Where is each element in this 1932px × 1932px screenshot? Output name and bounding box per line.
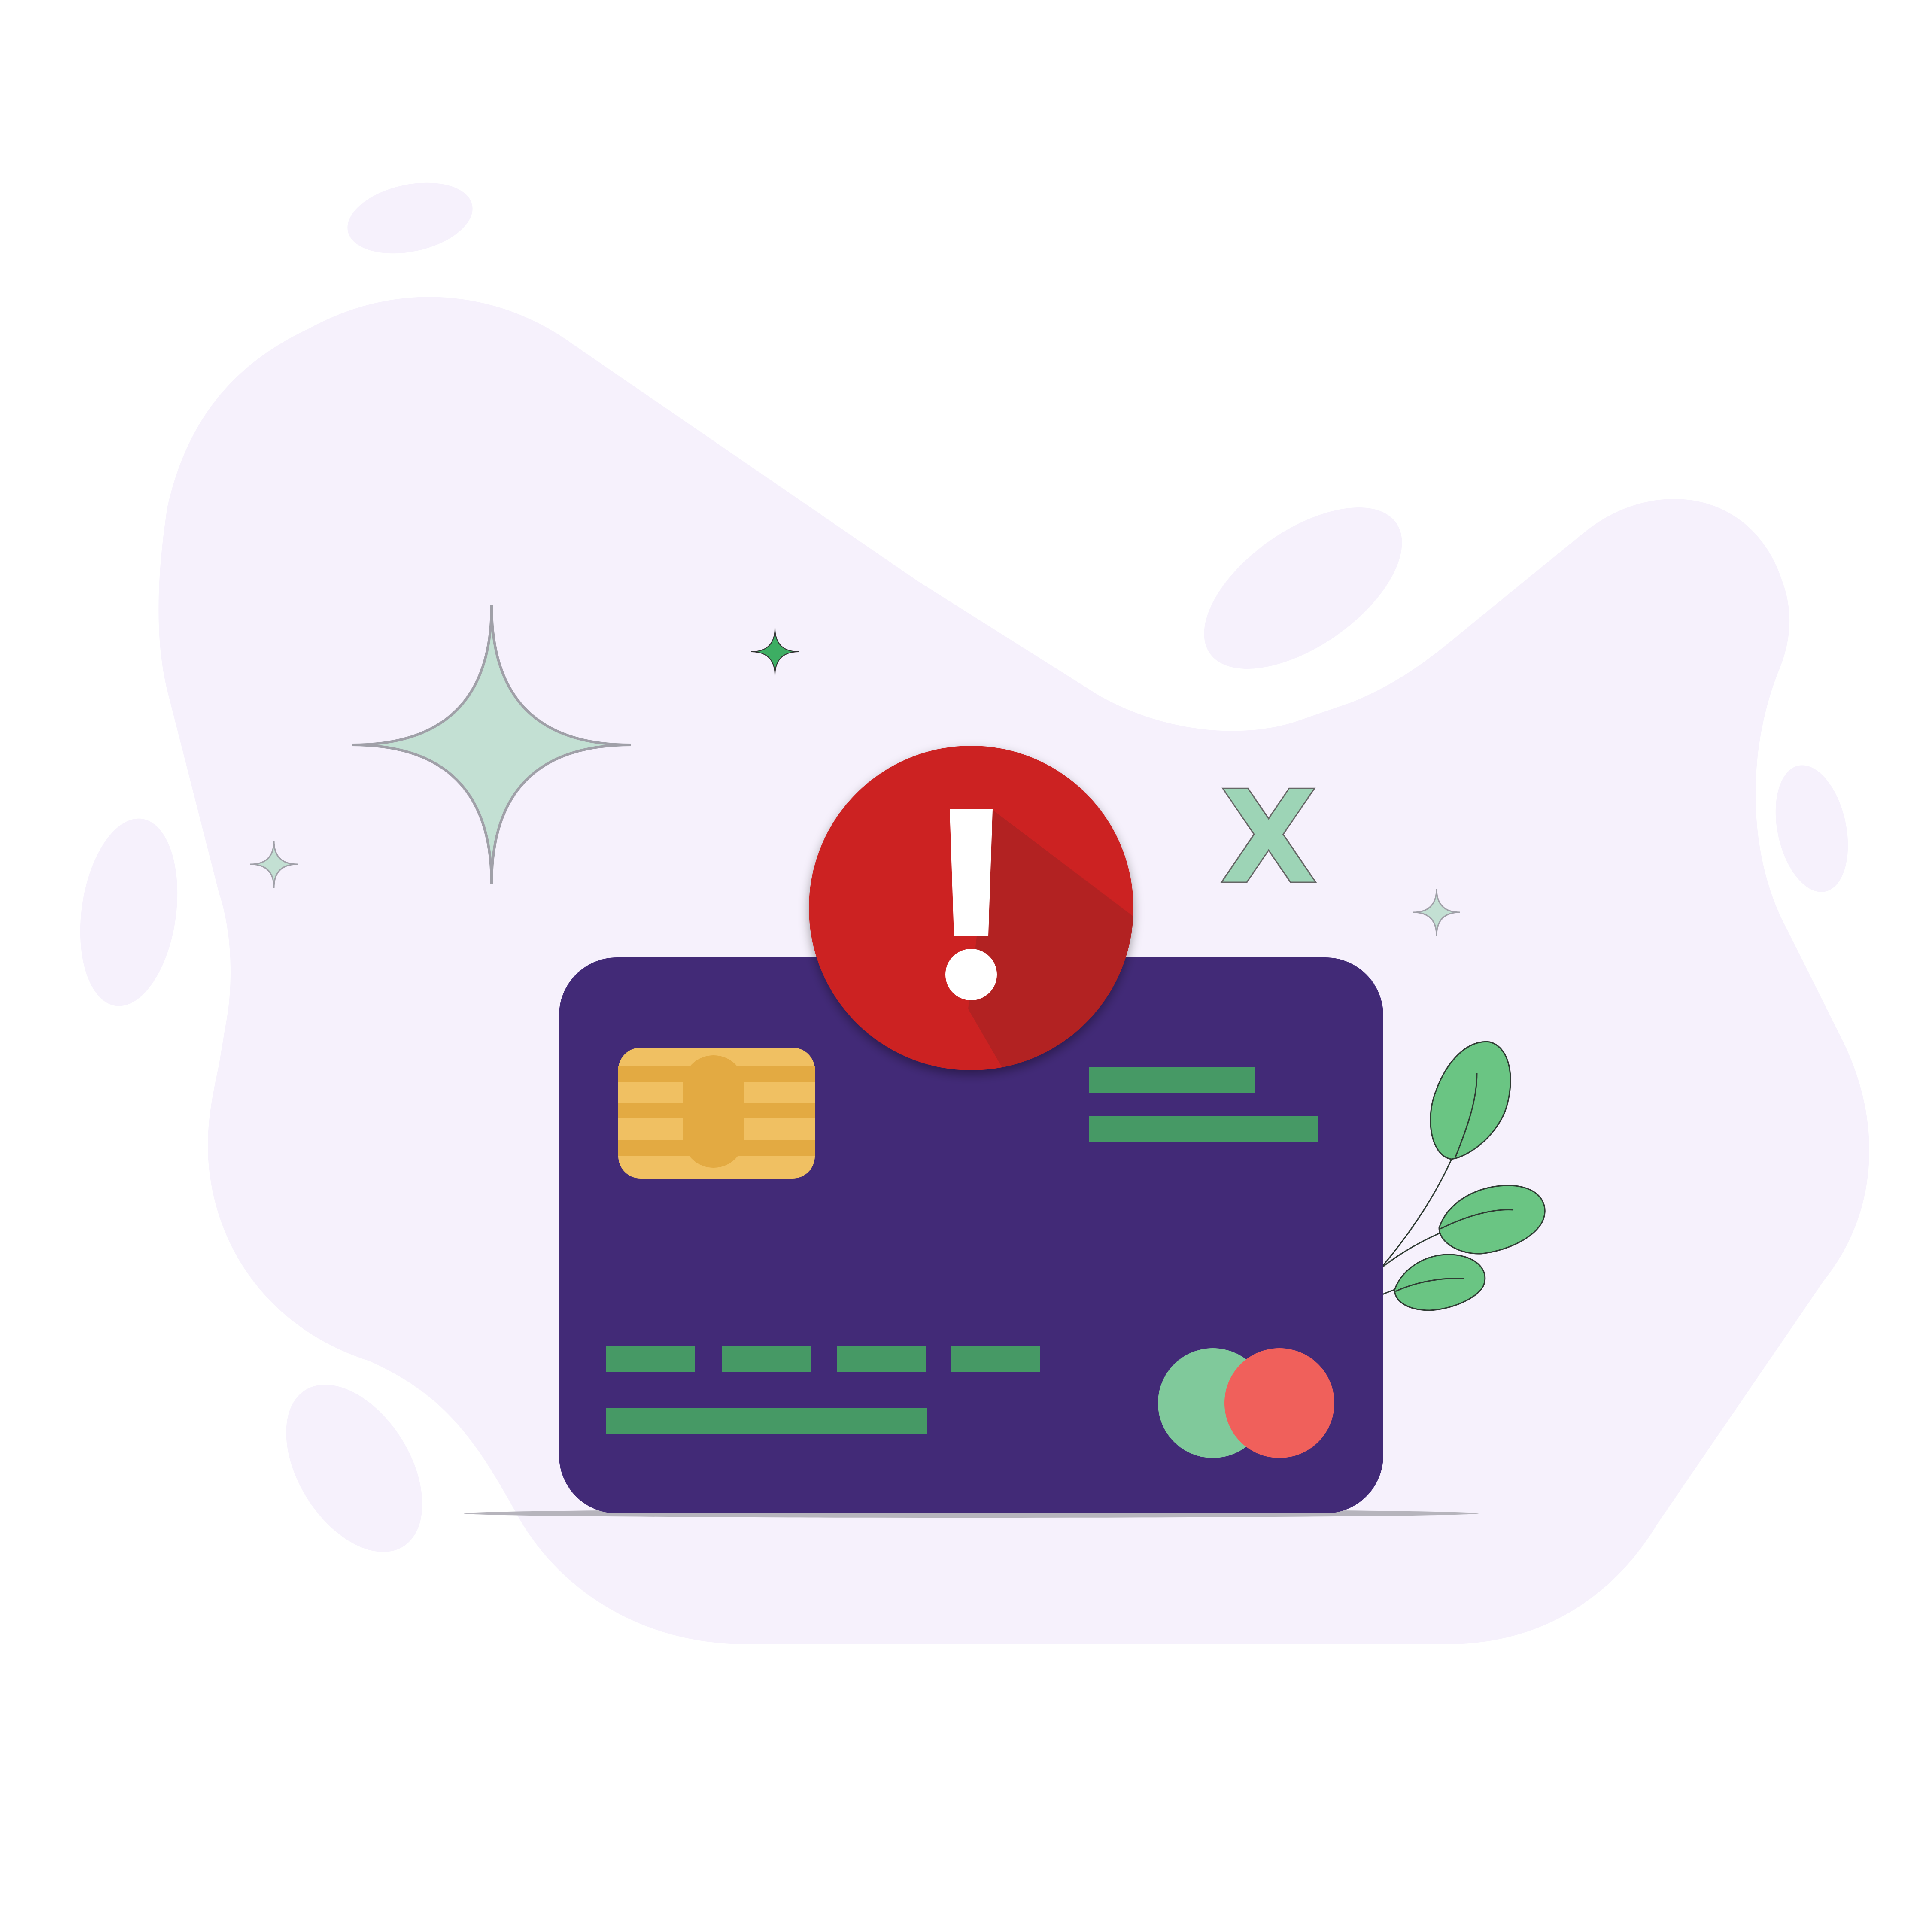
decline-x-mark: X: [1219, 763, 1318, 913]
card-number-group-1: [606, 1346, 695, 1372]
card-info-line-1: [1089, 1067, 1255, 1093]
declined-card-illustration: X: [80, 182, 1870, 1644]
chip-contacts: [618, 1055, 815, 1168]
card-number-group-3: [837, 1346, 926, 1372]
bubble-bottom-left: [286, 1385, 422, 1552]
chip-icon: [618, 1048, 815, 1179]
exclamation-dot: [945, 949, 997, 1000]
bubble-top-center: [1204, 507, 1402, 669]
card-number-group-2: [722, 1346, 811, 1372]
bubble-top-left: [347, 182, 473, 254]
card-brand-logo: [1158, 1348, 1334, 1458]
cardholder-name-line: [606, 1408, 927, 1434]
bubble-right: [1775, 765, 1848, 892]
exclamation-icon: [950, 809, 993, 936]
card-info-line-2: [1089, 1116, 1318, 1142]
bubble-left: [80, 818, 178, 1006]
illustration-stage: X: [0, 0, 1932, 1932]
brand-circle-right: [1224, 1348, 1334, 1458]
card-number-group-4: [951, 1346, 1040, 1372]
